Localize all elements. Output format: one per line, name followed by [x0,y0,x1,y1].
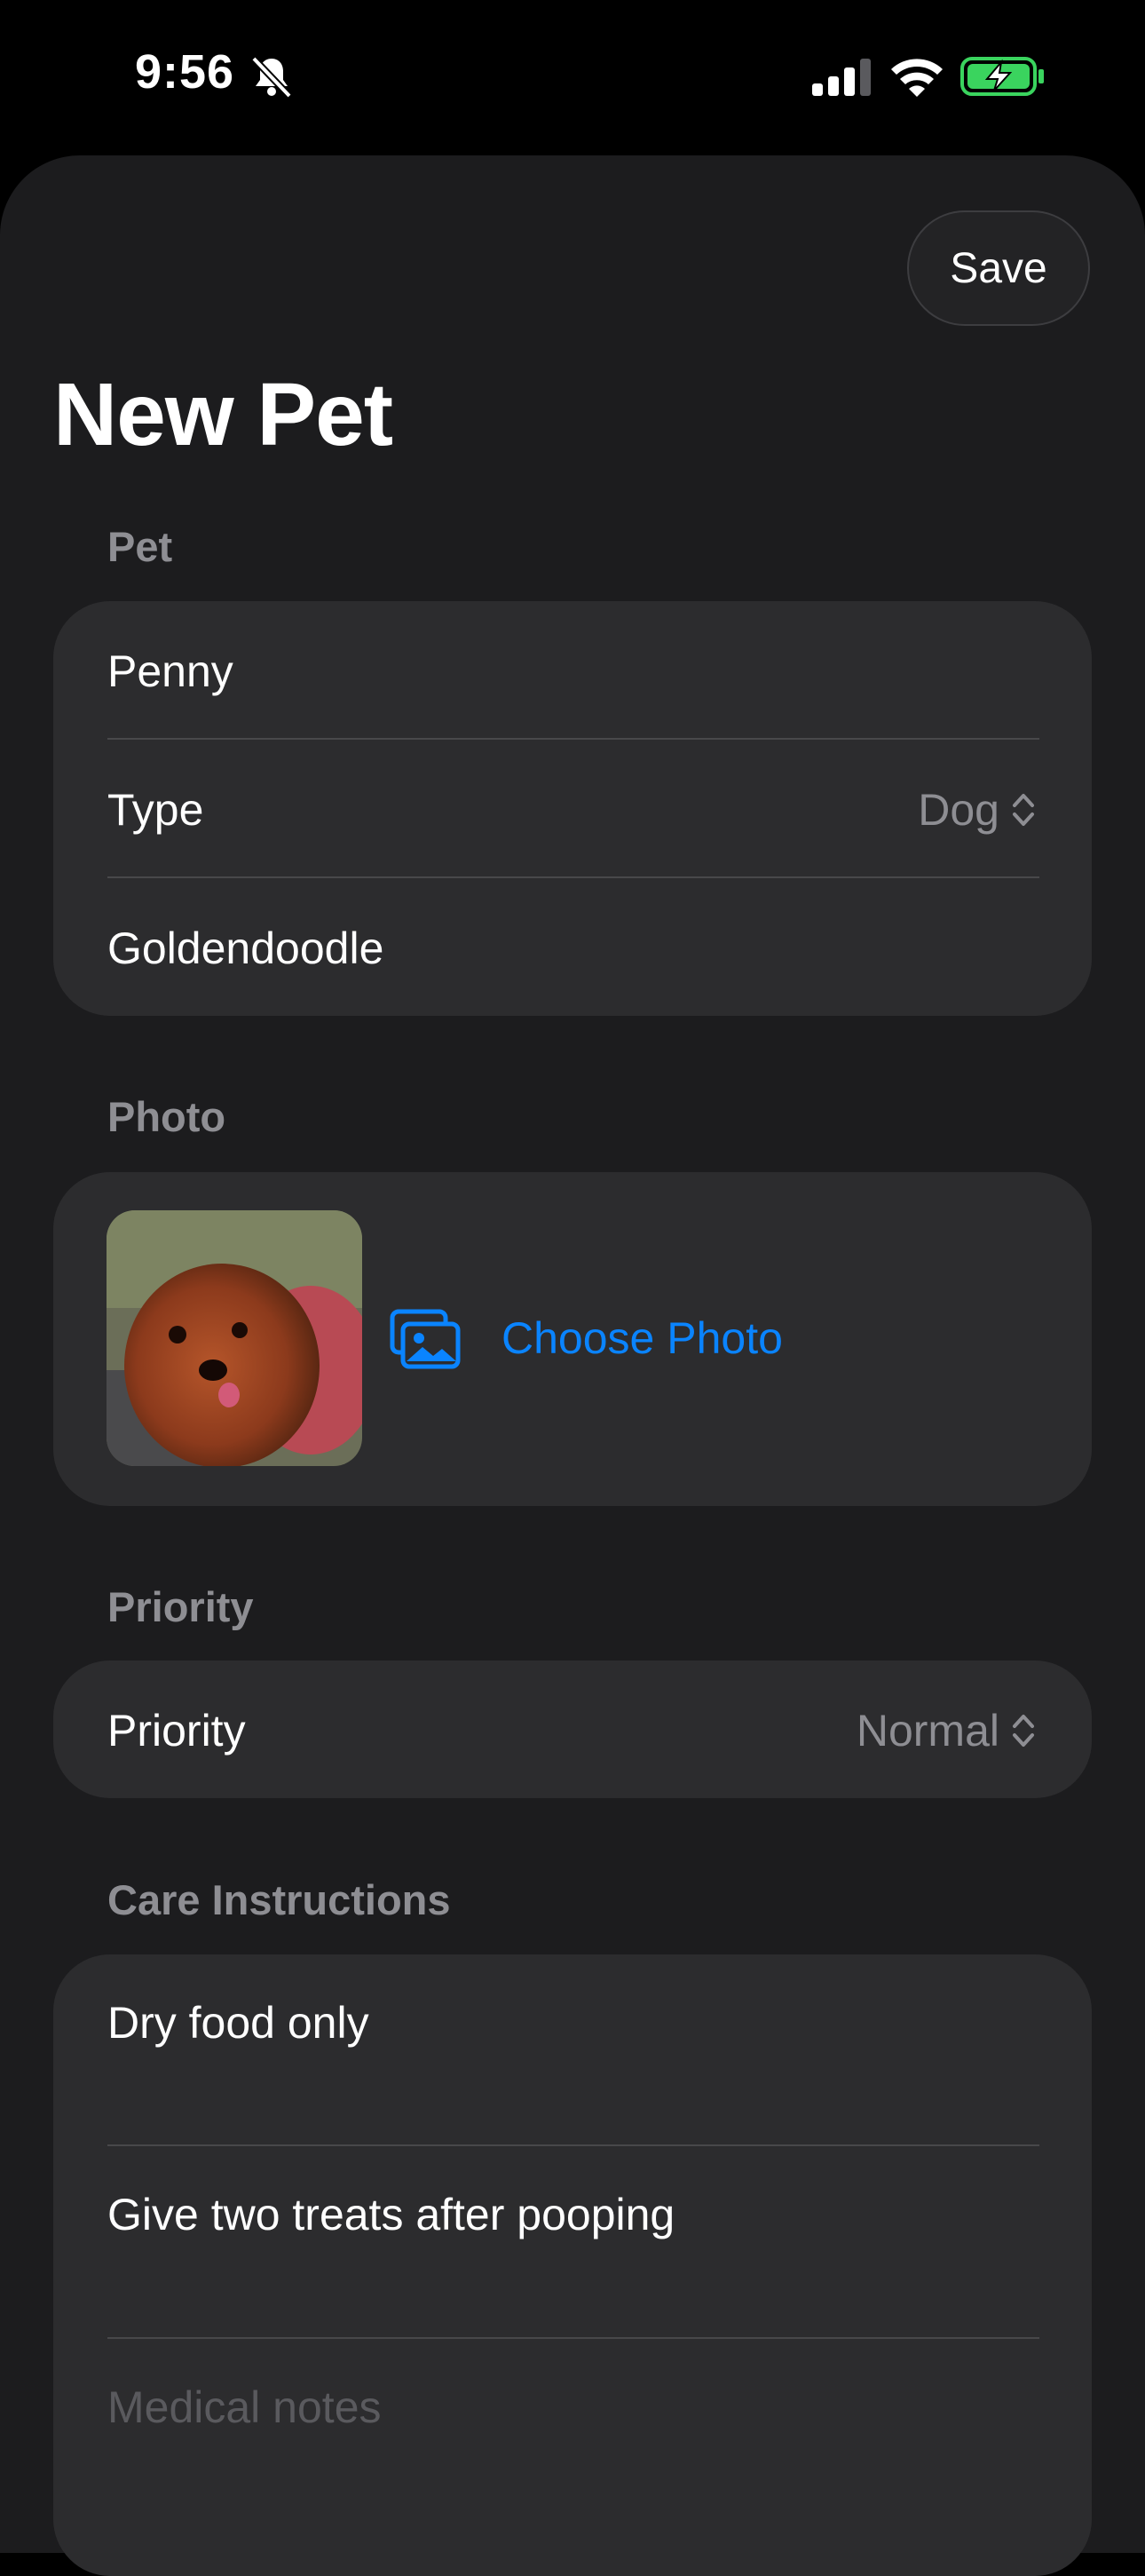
section-header-priority: Priority [107,1583,254,1630]
pet-name-field[interactable]: Penny [53,601,1092,739]
status-bar: 9:56 [0,0,1145,155]
cellular-signal-icon [812,59,871,96]
care-instruction-text: Dry food only [107,1998,369,2048]
status-time: 9:56 [135,45,235,99]
medical-notes-placeholder: Medical notes [107,2382,382,2432]
type-value-wrap: Dog [918,784,1035,836]
photo-stack-icon[interactable] [389,1308,462,1370]
care-instruction-field[interactable]: Dry food only [53,1954,1092,2145]
wifi-icon [891,59,943,97]
pet-group: Penny Type Dog Goldendoodle [53,601,1092,1016]
page-title: New Pet [53,365,393,464]
chevron-up-down-icon [1013,1715,1034,1747]
save-button[interactable]: Save [907,210,1090,326]
type-value: Dog [918,785,999,835]
section-header-pet: Pet [107,523,173,570]
breed-field[interactable]: Goldendoodle [53,878,1092,1016]
priority-label: Priority [107,1706,246,1756]
photo-group: Choose Photo [53,1172,1092,1506]
priority-picker[interactable]: Priority Normal [53,1661,1092,1798]
pet-photo-thumbnail [107,1210,362,1466]
priority-group: Priority Normal [53,1661,1092,1798]
choose-photo-button[interactable]: Choose Photo [501,1312,783,1364]
bell-slash-icon [251,56,292,99]
care-instruction-text: Give two treats after pooping [107,2190,675,2239]
care-instruction-field[interactable]: Give two treats after pooping [53,2146,1092,2337]
priority-value: Normal [856,1706,999,1756]
type-picker[interactable]: Type Dog [53,740,1092,877]
medical-notes-field[interactable]: Medical notes [53,2339,1092,2530]
section-header-photo: Photo [107,1093,226,1140]
section-header-care-instructions: Care Instructions [107,1876,451,1923]
priority-value-wrap: Normal [857,1705,1035,1756]
care-instructions-group: Dry food only Give two treats after poop… [53,1954,1092,2576]
chevron-up-down-icon [1013,794,1034,826]
type-label: Type [107,785,204,835]
battery-charging-icon [960,57,1044,96]
pet-name-value: Penny [107,646,233,696]
breed-value: Goldendoodle [107,923,384,973]
